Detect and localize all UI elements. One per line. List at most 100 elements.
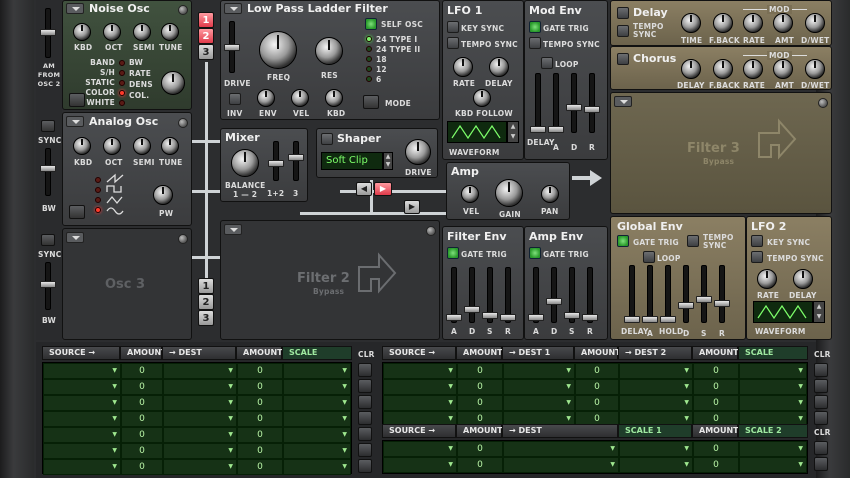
amount-value[interactable]: 0 (121, 379, 163, 395)
source-select[interactable] (43, 411, 121, 427)
osc3-menu-button[interactable] (66, 232, 84, 243)
clear-row-button[interactable] (358, 443, 372, 457)
dest1-select[interactable] (503, 363, 575, 379)
delay-fback-knob[interactable] (713, 13, 733, 33)
dest-select[interactable] (163, 379, 237, 395)
mod-env-d-fader[interactable] (566, 73, 582, 133)
filter1-env-knob[interactable] (257, 89, 275, 107)
noise-kbd-knob[interactable] (73, 23, 91, 41)
dest-select[interactable] (163, 363, 237, 379)
amount-value[interactable]: 0 (121, 443, 163, 459)
source-select[interactable] (383, 457, 457, 473)
amount-value[interactable]: 0 (237, 459, 283, 475)
mixer-balance-knob[interactable] (231, 149, 259, 177)
route-bottom-3[interactable]: 3 (198, 310, 214, 326)
scale2-select[interactable] (739, 457, 807, 473)
source-select[interactable] (383, 363, 457, 379)
scale-select[interactable] (283, 379, 351, 395)
filter2-route-button[interactable]: ▶ (404, 200, 420, 214)
amount-value[interactable]: 0 (237, 363, 283, 379)
amount-value[interactable]: 0 (237, 427, 283, 443)
amp-env-gate-trig-button[interactable] (529, 247, 541, 259)
amount-value[interactable]: 0 (457, 395, 503, 411)
delay-rate-knob[interactable] (743, 13, 763, 33)
source-select[interactable] (383, 379, 457, 395)
filter1-type-led-3[interactable] (366, 56, 372, 62)
noise-led-white[interactable] (119, 100, 125, 106)
mod-env-gate-trig-button[interactable] (529, 21, 541, 33)
source-select[interactable] (43, 363, 121, 379)
amp-env-r-fader[interactable] (582, 267, 598, 323)
noise-oct-knob[interactable] (103, 23, 121, 41)
chorus-delay-knob[interactable] (681, 59, 701, 79)
amp-vel-knob[interactable] (461, 185, 479, 203)
mod-env-r-fader[interactable] (584, 73, 600, 133)
amount-value[interactable]: 0 (575, 363, 619, 379)
amount-value[interactable]: 0 (575, 395, 619, 411)
lfo1-delay-knob[interactable] (489, 57, 509, 77)
scale-select[interactable] (283, 459, 351, 475)
mod-env-loop-button[interactable] (541, 57, 553, 69)
dest-select[interactable] (163, 411, 237, 427)
lfo1-key-sync-button[interactable] (447, 21, 459, 33)
amount-value[interactable]: 0 (121, 411, 163, 427)
analog-osc-enable-button[interactable] (69, 205, 85, 219)
sync-button-2[interactable] (41, 234, 55, 246)
amount-value[interactable]: 0 (457, 441, 503, 457)
noise-param-knob[interactable] (161, 71, 185, 95)
wave-led-pulse[interactable] (95, 187, 101, 193)
filter1-type-led-2[interactable] (366, 46, 372, 52)
dest1-select[interactable] (503, 379, 575, 395)
filter1-res-knob[interactable] (315, 37, 343, 65)
global-env-r-fader[interactable] (714, 265, 730, 323)
amount-value[interactable]: 0 (237, 443, 283, 459)
amount-value[interactable]: 0 (237, 411, 283, 427)
route-bottom-1[interactable]: 1 (198, 278, 214, 294)
noise-led-color[interactable] (119, 90, 125, 96)
scale2-select[interactable] (739, 441, 807, 457)
lfo2-tempo-sync-button[interactable] (751, 251, 763, 263)
amount-value[interactable]: 0 (575, 379, 619, 395)
dest2-select[interactable] (619, 379, 693, 395)
chorus-fback-knob[interactable] (713, 59, 733, 79)
source-select[interactable] (43, 427, 121, 443)
filter1-mode-button[interactable] (363, 95, 379, 109)
am-fader[interactable] (40, 8, 56, 58)
dest2-select[interactable] (619, 363, 693, 379)
noise-tune-knob[interactable] (161, 23, 179, 41)
chorus-enable-button[interactable] (617, 53, 629, 65)
route-top-3[interactable]: 3 (198, 44, 214, 60)
chorus-rate-knob[interactable] (743, 59, 763, 79)
shaper-drive-knob[interactable] (405, 139, 431, 165)
dest1-select[interactable] (503, 395, 575, 411)
filter1-kbd-knob[interactable] (325, 89, 343, 107)
scale-select[interactable] (283, 363, 351, 379)
dest-select[interactable] (503, 441, 619, 457)
delay-tempo-sync-button[interactable] (617, 25, 629, 37)
clear-row-button[interactable] (358, 379, 372, 393)
amount-value[interactable]: 0 (693, 441, 739, 457)
amount-value[interactable]: 0 (237, 395, 283, 411)
filter1-menu-button[interactable] (224, 3, 242, 14)
scale-select[interactable] (739, 395, 807, 411)
dest-select[interactable] (163, 395, 237, 411)
filter-env-a-fader[interactable] (446, 267, 462, 323)
delay-amt-knob[interactable] (773, 13, 793, 33)
wave-led-sine[interactable] (95, 207, 101, 213)
delay-dwet-knob[interactable] (805, 13, 825, 33)
chorus-dwet-knob[interactable] (805, 59, 825, 79)
clear-row-button[interactable] (358, 459, 372, 473)
route-bottom-2[interactable]: 2 (198, 294, 214, 310)
lfo1-tempo-sync-button[interactable] (447, 37, 459, 49)
analog-tune-knob[interactable] (161, 137, 179, 155)
clear-row-button[interactable] (358, 363, 372, 377)
lfo2-waveform-stepper[interactable]: ▲ ▼ (813, 301, 825, 323)
dest-select[interactable] (163, 427, 237, 443)
amount-value[interactable]: 0 (121, 427, 163, 443)
noise-osc-menu-button[interactable] (66, 3, 84, 14)
shaper-mode-stepper[interactable]: ▲ ▼ (383, 152, 393, 170)
noise-led-static[interactable] (119, 80, 125, 86)
filter1-type-led-4[interactable] (366, 66, 372, 72)
filter2-menu-button[interactable] (224, 224, 242, 235)
global-env-s-fader[interactable] (696, 265, 712, 323)
